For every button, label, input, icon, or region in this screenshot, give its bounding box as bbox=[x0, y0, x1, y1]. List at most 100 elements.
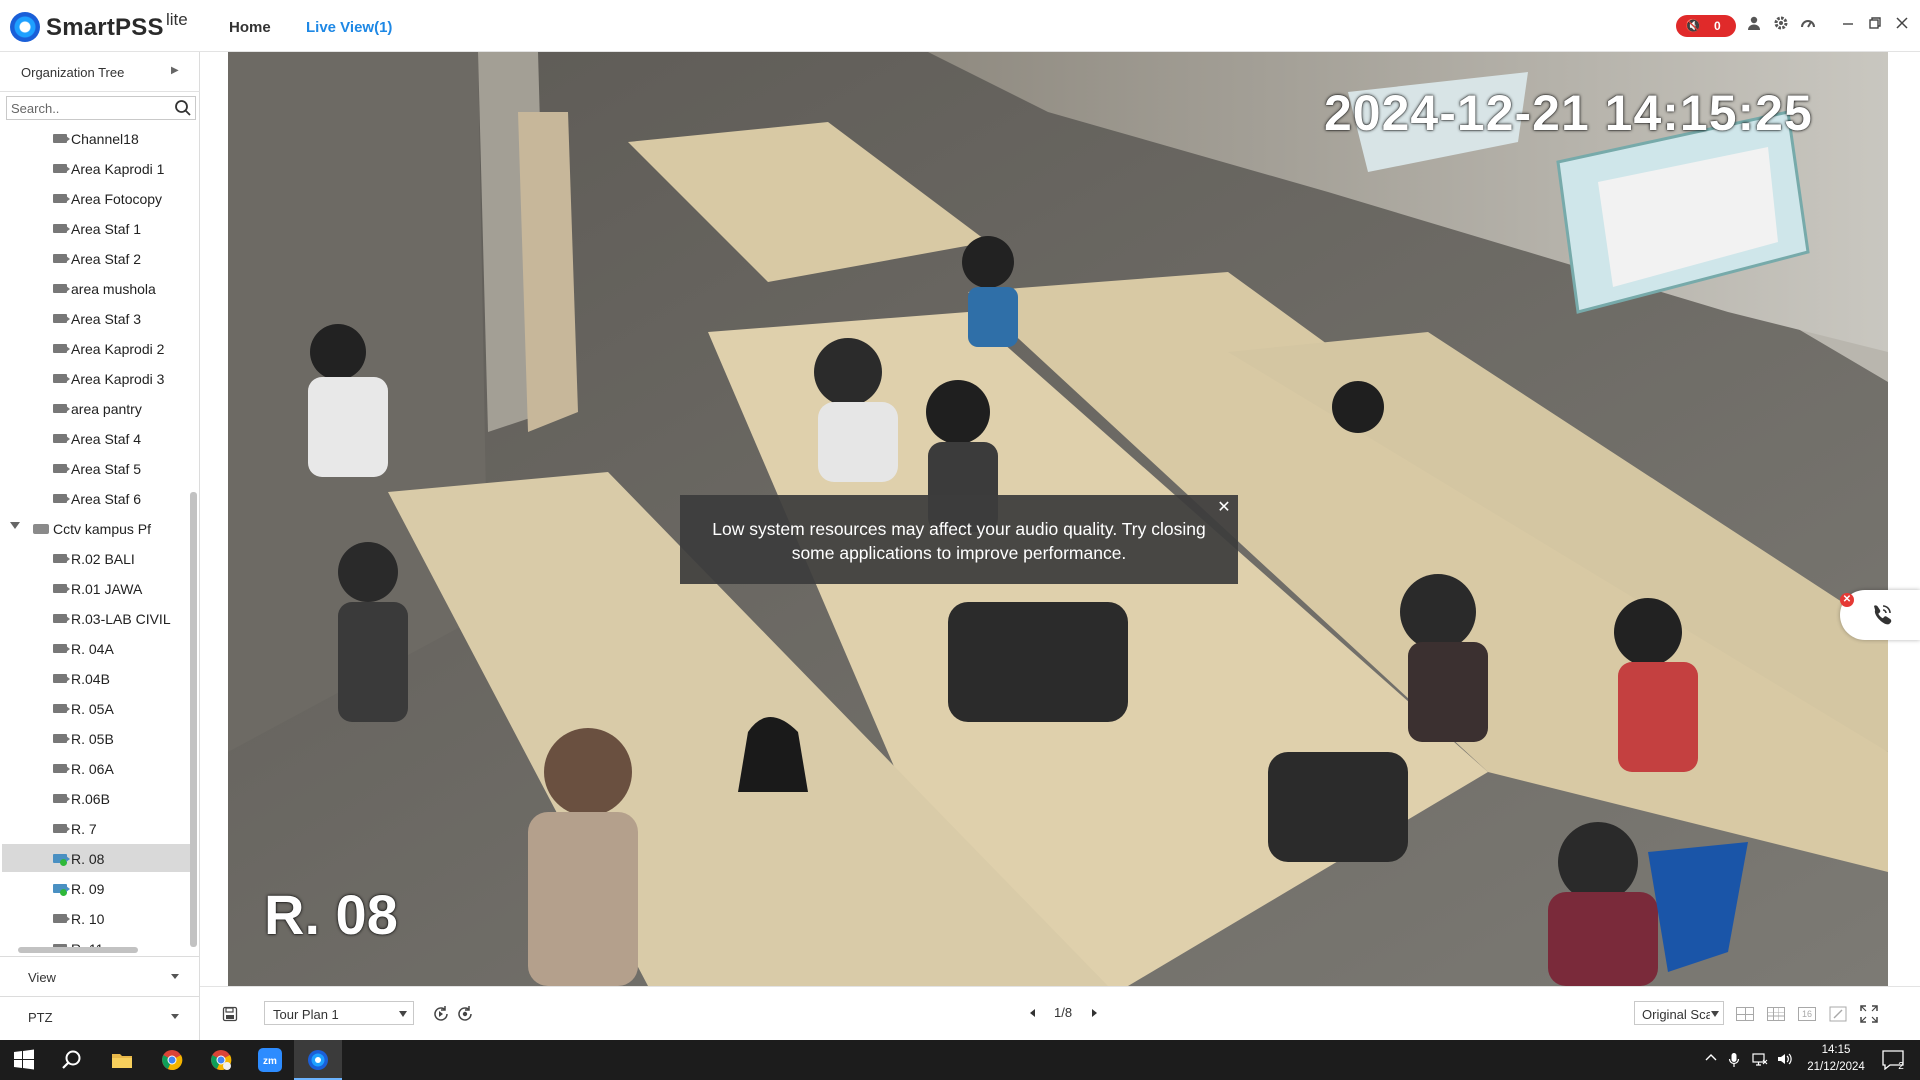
network-icon[interactable] bbox=[1752, 1052, 1768, 1069]
camera-icon bbox=[53, 914, 70, 923]
next-page-icon[interactable] bbox=[1092, 1009, 1097, 1017]
fullscreen-icon[interactable] bbox=[1860, 1005, 1878, 1023]
zoom-app-icon[interactable]: zm bbox=[258, 1048, 282, 1072]
save-view-icon[interactable] bbox=[222, 1006, 238, 1022]
tree-item[interactable]: Area Staf 3 bbox=[2, 304, 190, 332]
svg-text:zm: zm bbox=[263, 1056, 277, 1067]
smartpss-taskbar-icon[interactable] bbox=[306, 1048, 330, 1072]
camera-online-icon bbox=[53, 884, 70, 896]
gear-icon[interactable] bbox=[1771, 15, 1791, 37]
alarm-button[interactable]: 🔇 0 bbox=[1676, 15, 1736, 37]
search-input[interactable] bbox=[11, 99, 171, 117]
ptz-panel-header[interactable]: PTZ bbox=[0, 996, 200, 1036]
taskbar-clock-time[interactable]: 14:15 bbox=[1816, 1044, 1856, 1056]
live-view-toolbar: Tour Plan 1 1/8 Original Scale 16 bbox=[200, 986, 1920, 1040]
close-icon[interactable] bbox=[1892, 15, 1912, 37]
tree-item[interactable]: R.04B bbox=[2, 664, 190, 692]
tree-item[interactable]: Area Kaprodi 2 bbox=[2, 334, 190, 362]
tree-vertical-scrollbar[interactable] bbox=[190, 492, 197, 947]
tree-item[interactable]: Area Staf 4 bbox=[2, 424, 190, 452]
app-window: SmartPSS lite Home Live View(1) 🔇 0 Orga… bbox=[0, 0, 1920, 1080]
tree-item[interactable]: area pantry bbox=[2, 394, 190, 422]
tab-live-view[interactable]: Live View(1) bbox=[306, 19, 392, 36]
tree-item[interactable]: Area Kaprodi 3 bbox=[2, 364, 190, 392]
tour-plan-value: Tour Plan 1 bbox=[273, 1007, 339, 1022]
tree-item[interactable]: Area Staf 6 bbox=[2, 484, 190, 512]
chevron-right-icon: ▶ bbox=[171, 65, 179, 76]
search-icon[interactable] bbox=[173, 98, 193, 118]
camera-icon bbox=[53, 194, 70, 203]
app-brand-suffix: lite bbox=[166, 10, 188, 29]
previous-page-icon[interactable] bbox=[1030, 1009, 1035, 1017]
organization-tree-header[interactable]: Organization Tree ▶ bbox=[0, 52, 200, 92]
tree-horizontal-scrollbar[interactable] bbox=[18, 947, 138, 953]
user-icon[interactable] bbox=[1744, 15, 1764, 37]
performance-gauge-icon[interactable] bbox=[1798, 15, 1818, 37]
tour-start-icon[interactable] bbox=[432, 1005, 450, 1023]
tree-item[interactable]: Area Staf 1 bbox=[2, 214, 190, 242]
call-widget-close-icon[interactable]: ✕ bbox=[1840, 593, 1854, 607]
tree-item[interactable]: Area Kaprodi 1 bbox=[2, 154, 190, 182]
tree-item[interactable]: R. 7 bbox=[2, 814, 190, 842]
tree-item[interactable]: Area Staf 5 bbox=[2, 454, 190, 482]
layout-16-split-icon[interactable]: 16 bbox=[1798, 1007, 1816, 1021]
video-scale-value: Original Scale bbox=[1642, 1007, 1710, 1022]
layout-9-split-icon[interactable] bbox=[1767, 1007, 1785, 1021]
tree-group-cctv-kampus[interactable]: Cctv kampus Pf bbox=[2, 514, 190, 542]
notification-close-icon[interactable]: ✕ bbox=[1216, 500, 1232, 516]
tree-item[interactable]: Area Staf 2 bbox=[2, 244, 190, 272]
camera-icon bbox=[53, 824, 70, 833]
tree-item[interactable]: R. 05B bbox=[2, 724, 190, 752]
camera-icon bbox=[53, 764, 70, 773]
tree-item[interactable]: R.02 BALI bbox=[2, 544, 190, 572]
page-indicator: 1/8 bbox=[1054, 1005, 1073, 1020]
osd-timestamp: 2024-12-21 14:15:25 bbox=[1324, 85, 1813, 141]
chrome-icon[interactable] bbox=[160, 1048, 184, 1072]
online-status-dot bbox=[60, 889, 67, 896]
tree-item[interactable]: Channel18 bbox=[2, 124, 190, 152]
taskbar-clock-date[interactable]: 21/12/2024 bbox=[1798, 1061, 1874, 1073]
tree-item-selected[interactable]: R. 08 bbox=[2, 844, 190, 872]
view-panel-header[interactable]: View bbox=[0, 956, 200, 996]
file-explorer-icon[interactable] bbox=[110, 1048, 134, 1072]
tree-item[interactable]: R.01 JAWA bbox=[2, 574, 190, 602]
microphone-icon[interactable] bbox=[1728, 1052, 1740, 1071]
chrome-profile-icon[interactable] bbox=[209, 1048, 233, 1072]
minimize-icon[interactable] bbox=[1838, 15, 1858, 37]
tree-item[interactable]: R.03-LAB CIVIL bbox=[2, 604, 190, 632]
notification-count: 2 bbox=[1898, 1061, 1904, 1072]
tour-plan-select[interactable]: Tour Plan 1 bbox=[264, 1001, 414, 1025]
volume-icon[interactable] bbox=[1777, 1052, 1793, 1069]
camera-icon bbox=[53, 464, 70, 473]
tree-item[interactable]: Area Fotocopy bbox=[2, 184, 190, 212]
tree-item[interactable]: R.06B bbox=[2, 784, 190, 812]
camera-icon bbox=[53, 374, 70, 383]
taskbar-search-icon[interactable] bbox=[60, 1048, 84, 1072]
device-tree: Channel18 Area Kaprodi 1 Area Fotocopy A… bbox=[0, 124, 190, 952]
chevron-down-icon bbox=[399, 1011, 407, 1017]
restore-icon[interactable] bbox=[1865, 15, 1885, 37]
online-status-dot bbox=[60, 859, 67, 866]
tree-item[interactable]: R. 06A bbox=[2, 754, 190, 782]
expand-arrow-icon[interactable] bbox=[10, 522, 20, 529]
video-scale-select[interactable]: Original Scale bbox=[1634, 1001, 1724, 1025]
windows-start-icon[interactable] bbox=[12, 1048, 36, 1072]
camera-icon bbox=[53, 164, 70, 173]
tree-item[interactable]: R. 05A bbox=[2, 694, 190, 722]
tab-home[interactable]: Home bbox=[229, 19, 271, 36]
camera-icon bbox=[53, 554, 70, 563]
camera-icon bbox=[53, 614, 70, 623]
ptz-panel-label: PTZ bbox=[28, 1010, 53, 1025]
tree-item[interactable]: R. 09 bbox=[2, 874, 190, 902]
phone-call-icon[interactable] bbox=[1868, 602, 1894, 628]
camera-icon bbox=[53, 224, 70, 233]
app-brand: SmartPSS bbox=[46, 14, 164, 41]
layout-4-split-icon[interactable] bbox=[1736, 1007, 1754, 1021]
custom-layout-edit-icon[interactable] bbox=[1829, 1006, 1847, 1022]
tree-item[interactable]: area mushola bbox=[2, 274, 190, 302]
camera-icon bbox=[53, 584, 70, 593]
tree-item[interactable]: R. 10 bbox=[2, 904, 190, 932]
tree-item[interactable]: R. 04A bbox=[2, 634, 190, 662]
tour-settings-icon[interactable] bbox=[456, 1005, 474, 1023]
tray-show-hidden-icon[interactable] bbox=[1705, 1052, 1717, 1067]
